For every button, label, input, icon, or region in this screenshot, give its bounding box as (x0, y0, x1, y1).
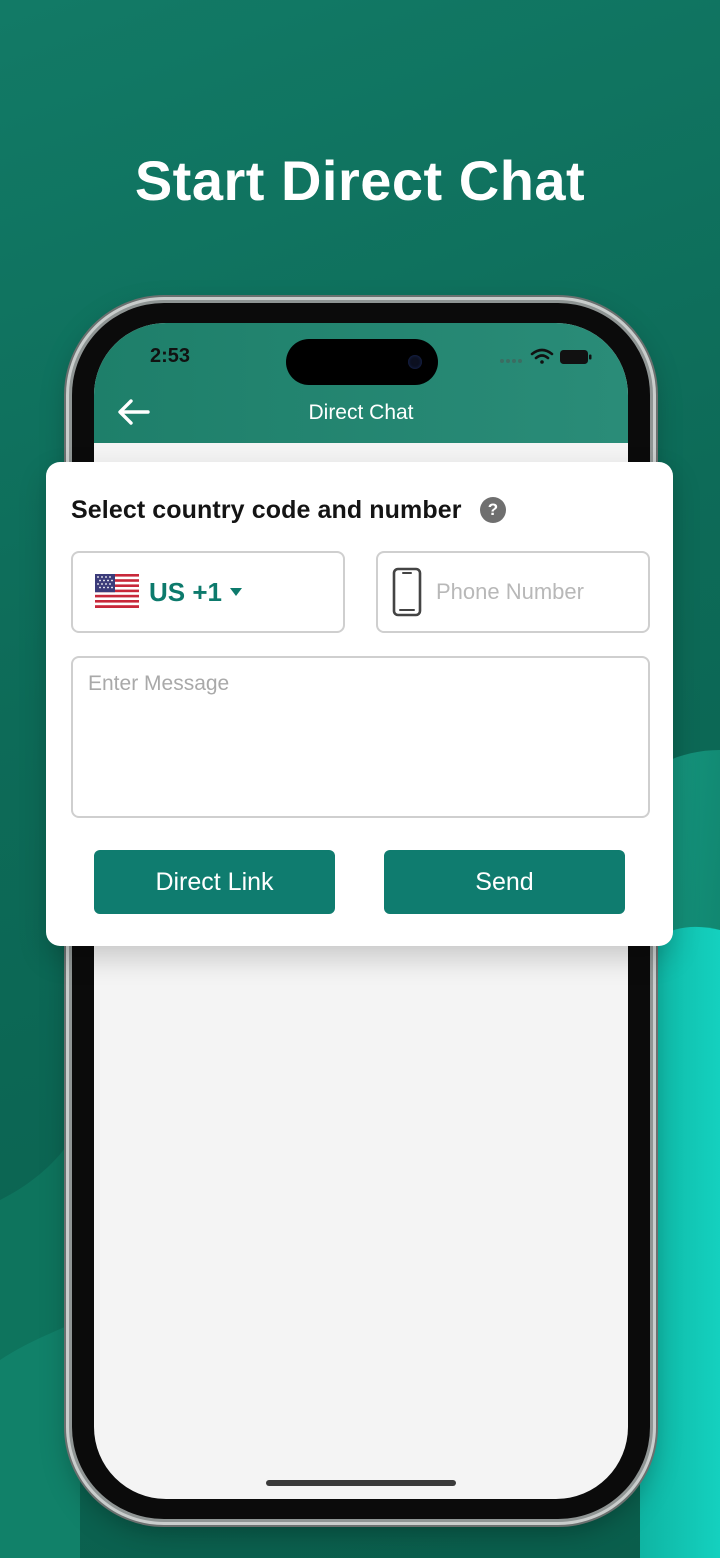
country-code-selector[interactable]: US +1 (71, 551, 345, 633)
headline: Start Direct Chat (134, 149, 586, 212)
camera-icon (408, 355, 422, 369)
wifi-icon (530, 348, 554, 364)
battery-icon (560, 350, 592, 364)
app-bar-title: Direct Chat (308, 401, 414, 424)
status-time: 2:53 (150, 345, 191, 367)
message-placeholder: Enter Message (88, 672, 230, 695)
direct-link-button[interactable]: Direct Link (94, 850, 335, 914)
phone-number-field[interactable]: Phone Number (376, 551, 650, 633)
phone-number-placeholder: Phone Number (436, 579, 584, 604)
send-button[interactable]: Send (384, 850, 625, 914)
signal-icon (500, 359, 522, 363)
app-bar: 2:53 Direct Chat (94, 323, 628, 443)
message-field[interactable]: Enter Message (71, 656, 650, 818)
us-flag-icon (95, 574, 139, 608)
mobile-phone-icon (392, 567, 422, 617)
help-icon[interactable]: ? (480, 497, 506, 523)
dynamic-island (286, 339, 438, 385)
country-code-label: US +1 (149, 577, 222, 607)
status-icons (500, 348, 592, 364)
form-title: Select country code and number (71, 496, 462, 524)
caret-down-icon (230, 588, 242, 596)
home-indicator (266, 1480, 456, 1486)
direct-chat-form-card: Select country code and number ? US +1 P… (46, 462, 673, 946)
